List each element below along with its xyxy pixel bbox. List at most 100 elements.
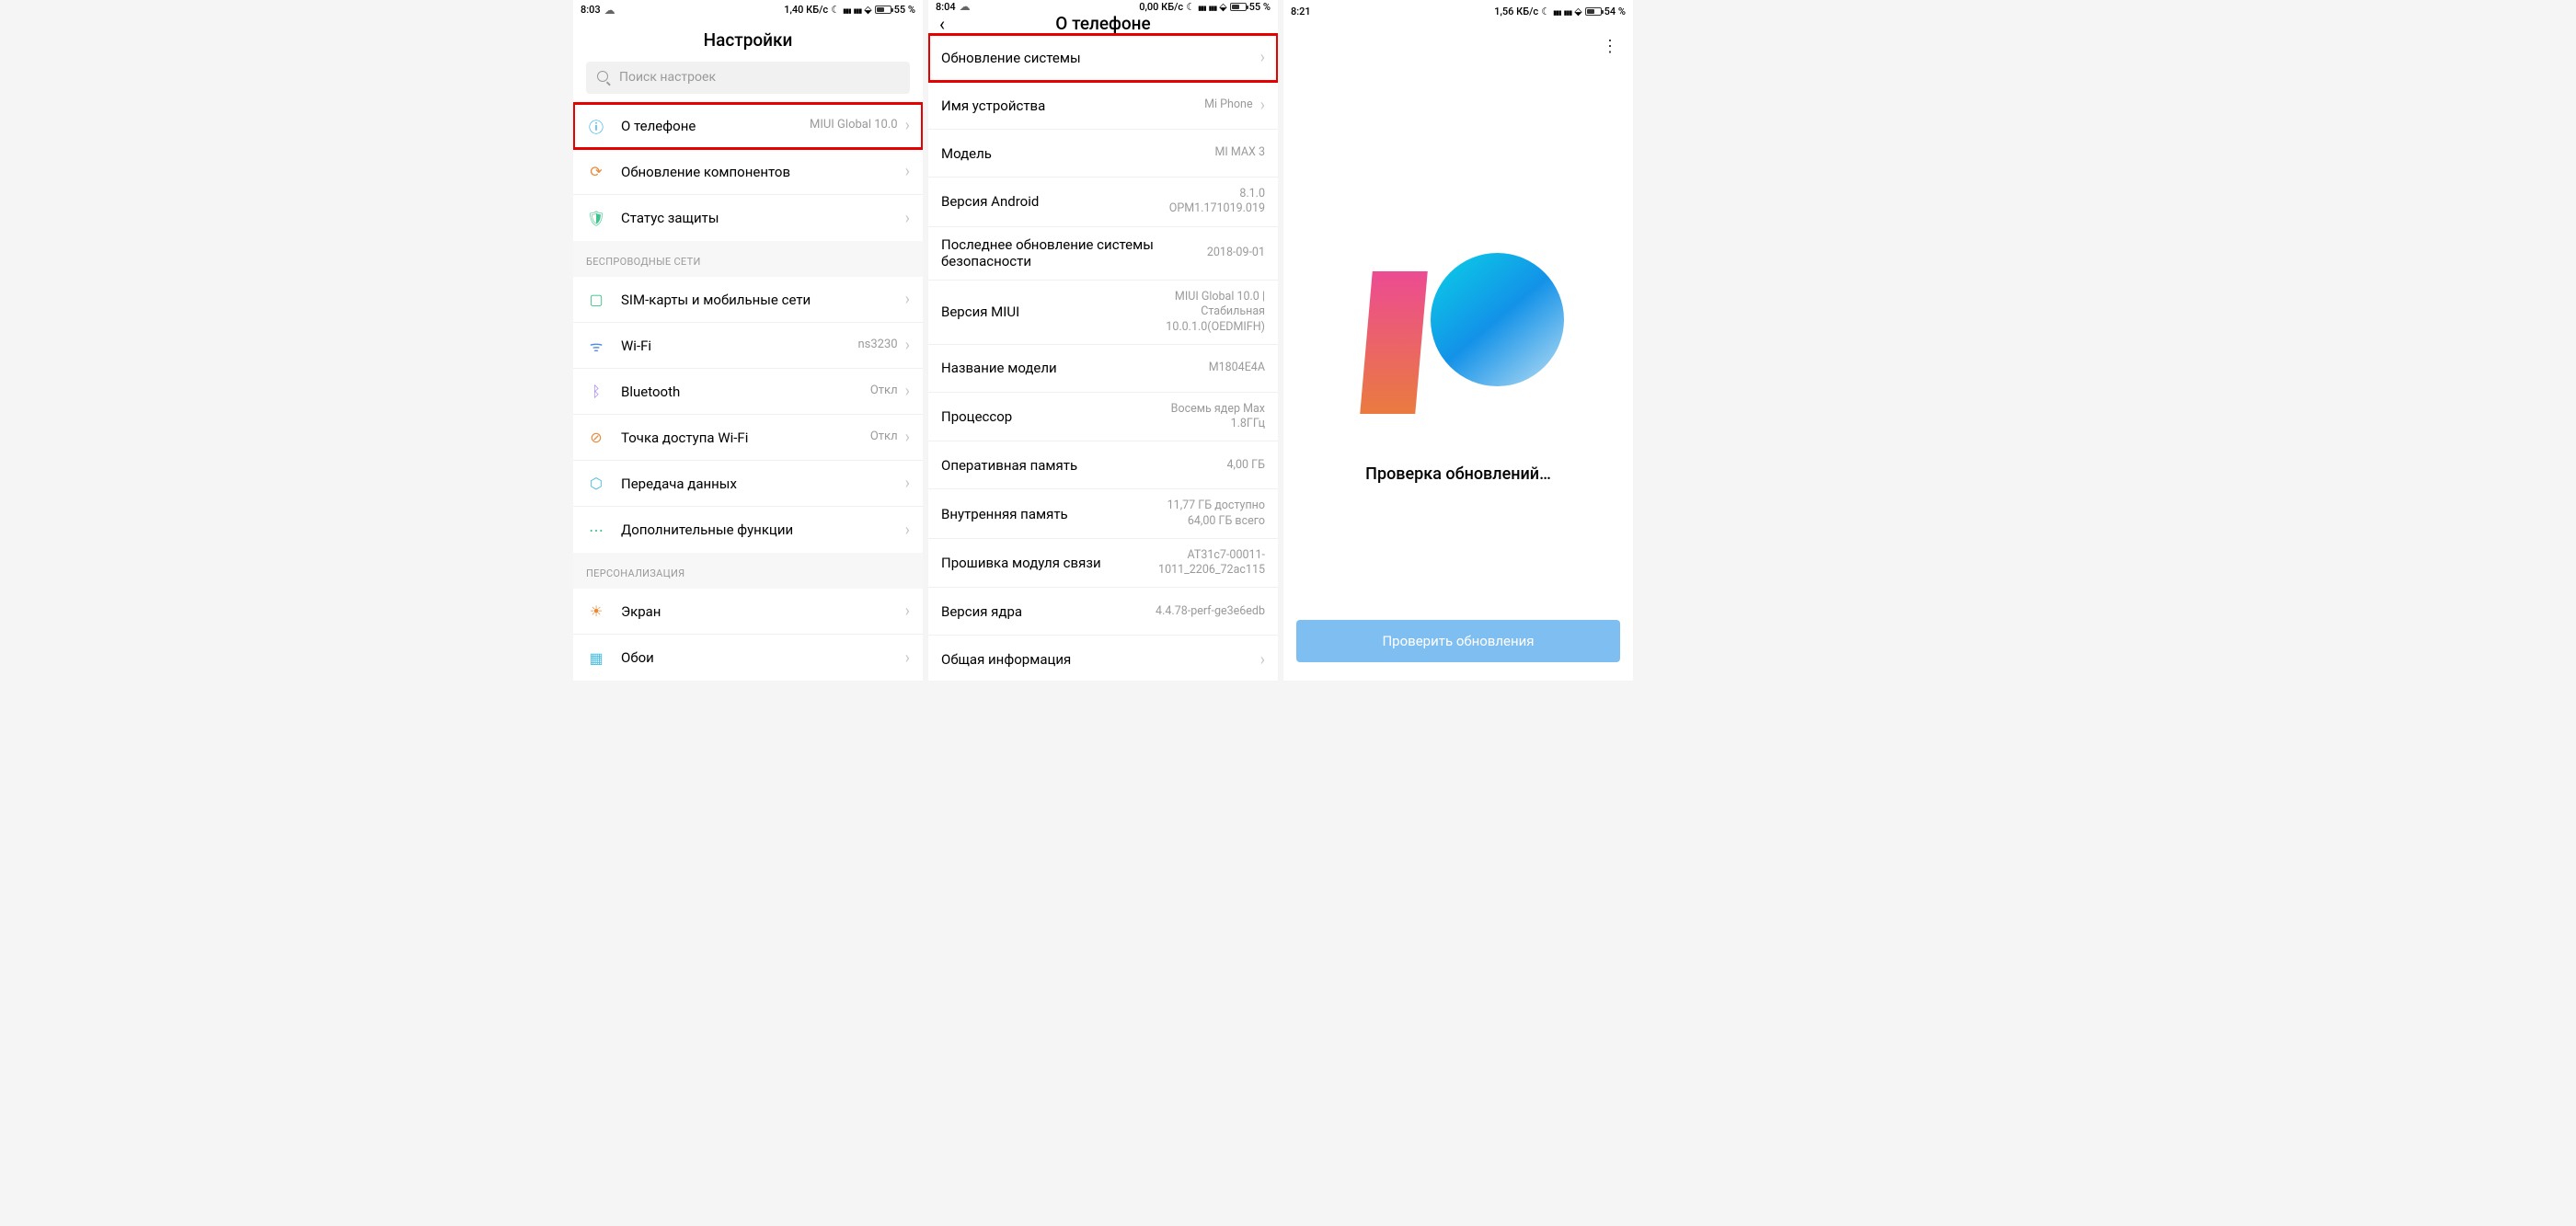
about-row[interactable]: Имя устройстваMi Phone› bbox=[928, 82, 1278, 130]
chevron-right-icon: › bbox=[1260, 650, 1265, 670]
row-label: Модель bbox=[941, 145, 1214, 162]
battery-icon bbox=[1230, 3, 1247, 11]
back-button[interactable]: ‹ bbox=[939, 13, 945, 35]
battery-icon bbox=[875, 6, 891, 14]
row-icon: ⊘ bbox=[586, 429, 606, 446]
row-label: Оперативная память bbox=[941, 457, 1227, 474]
row-label: Статус защиты bbox=[621, 210, 898, 226]
chevron-right-icon: › bbox=[905, 602, 910, 621]
row-label: Внутренняя память bbox=[941, 506, 1167, 522]
settings-screen: 8:03 1,40 КБ/с ⬙ 55 % Настройки Поиск на… bbox=[573, 0, 923, 681]
row-icon: ⟳ bbox=[586, 163, 606, 180]
miui-10-logo bbox=[1362, 262, 1555, 428]
status-bar: 8:03 1,40 КБ/с ⬙ 55 % bbox=[573, 0, 923, 19]
settings-row[interactable]: ⊘Точка доступа Wi-FiОткл› bbox=[573, 415, 923, 461]
overflow-menu-button[interactable]: ⋮ bbox=[1602, 37, 1618, 56]
row-icon: ☀ bbox=[586, 602, 606, 620]
row-icon: ᯤ bbox=[586, 336, 606, 356]
row-label: Процессор bbox=[941, 408, 1171, 425]
settings-row[interactable]: ᯤWi-Fins3230› bbox=[573, 323, 923, 369]
search-placeholder: Поиск настроек bbox=[619, 70, 716, 85]
signal-icon bbox=[1564, 6, 1572, 17]
header: ⋮ bbox=[1283, 22, 1633, 70]
row-label: Название модели bbox=[941, 360, 1209, 376]
wifi-icon: ⬙ bbox=[1574, 6, 1581, 17]
status-net: 1,56 КБ/с bbox=[1494, 6, 1538, 17]
settings-row[interactable]: ⬡Передача данных› bbox=[573, 461, 923, 507]
brand-area: Проверка обновлений… bbox=[1283, 70, 1633, 602]
settings-row[interactable]: ▢SIM-карты и мобильные сети› bbox=[573, 277, 923, 323]
chevron-right-icon: › bbox=[905, 290, 910, 309]
weather-icon bbox=[604, 4, 615, 17]
about-row[interactable]: Версия Android8.1.0OPM1.171019.019 bbox=[928, 178, 1278, 227]
about-row[interactable]: ПроцессорВосемь ядер Max1.8ГГц bbox=[928, 393, 1278, 442]
row-icon: ▢ bbox=[586, 291, 606, 308]
settings-row[interactable]: ☀ Экран › bbox=[573, 589, 923, 635]
search-icon bbox=[597, 71, 610, 84]
status-net: 1,40 КБ/с bbox=[784, 4, 828, 16]
check-updates-button[interactable]: Проверить обновления bbox=[1296, 620, 1620, 662]
status-time: 8:21 bbox=[1291, 6, 1311, 17]
row-label: Wi-Fi bbox=[621, 338, 857, 354]
about-row[interactable]: Внутренняя память11,77 ГБ доступно64,00 … bbox=[928, 489, 1278, 539]
row-value: MIUI Global 10.0 bbox=[810, 118, 898, 133]
status-time: 8:03 bbox=[581, 4, 601, 16]
about-row[interactable]: Обновление системы› bbox=[928, 34, 1278, 82]
row-value: 11,77 ГБ доступно64,00 ГБ всего bbox=[1167, 498, 1265, 529]
row-value: M1804E4A bbox=[1209, 361, 1265, 375]
row-value: Восемь ядер Max1.8ГГц bbox=[1171, 402, 1265, 432]
settings-row[interactable]: ᛒBluetoothОткл› bbox=[573, 369, 923, 415]
wifi-icon: ⬙ bbox=[1219, 1, 1226, 13]
status-battery: 55 % bbox=[894, 4, 915, 16]
dnd-icon bbox=[831, 4, 840, 16]
row-value: 4.4.78-perf-ge3e6edb bbox=[1156, 604, 1265, 619]
about-phone-screen: 8:04 0,00 КБ/с ⬙ 55 % ‹ О телефоне Обнов… bbox=[928, 0, 1278, 681]
row-value: 8.1.0OPM1.171019.019 bbox=[1169, 187, 1265, 217]
row-icon: ⓘ bbox=[586, 115, 606, 137]
row-label: Версия MIUI bbox=[941, 304, 1166, 320]
settings-row[interactable]: ⟳Обновление компонентов› bbox=[573, 149, 923, 195]
row-label: Bluetooth bbox=[621, 384, 870, 400]
weather-icon bbox=[960, 0, 971, 13]
chevron-right-icon: › bbox=[905, 116, 910, 135]
dnd-icon bbox=[1541, 6, 1550, 17]
row-label: Общая информация bbox=[941, 651, 1253, 668]
page-title: Настройки bbox=[584, 29, 912, 51]
section-personalization: ПЕРСОНАЛИЗАЦИЯ bbox=[573, 553, 923, 589]
about-row[interactable]: Общая информация › bbox=[928, 636, 1278, 681]
row-icon: ⬡ bbox=[586, 475, 606, 492]
about-row[interactable]: Название моделиM1804E4A bbox=[928, 345, 1278, 393]
about-row[interactable]: Версия MIUIMIUI Global 10.0 |Стабильная1… bbox=[928, 281, 1278, 345]
row-icon: ⋯ bbox=[586, 521, 606, 539]
row-value: ns3230 bbox=[857, 338, 897, 353]
battery-icon bbox=[1585, 7, 1602, 16]
settings-row[interactable]: ⋯Дополнительные функции› bbox=[573, 507, 923, 553]
about-row[interactable]: Версия ядра4.4.78-perf-ge3e6edb bbox=[928, 588, 1278, 636]
settings-row[interactable]: ▦Обои› bbox=[573, 635, 923, 681]
about-row[interactable]: Последнее обновление системыбезопасности… bbox=[928, 227, 1278, 281]
settings-row[interactable]: 🛡Статус защиты› bbox=[573, 195, 923, 241]
logo-zero-shape bbox=[1431, 253, 1564, 386]
system-update-screen: 8:21 1,56 КБ/с ⬙ 54 % ⋮ Проверка обновле… bbox=[1283, 0, 1633, 681]
chevron-right-icon: › bbox=[905, 162, 910, 181]
check-updates-button-label: Проверить обновления bbox=[1382, 633, 1534, 649]
chevron-right-icon: › bbox=[905, 474, 910, 493]
header: ‹ О телефоне bbox=[928, 13, 1278, 34]
chevron-right-icon: › bbox=[1260, 96, 1265, 115]
row-label: Экран bbox=[621, 603, 898, 620]
settings-row[interactable]: ⓘО телефонеMIUI Global 10.0› bbox=[573, 103, 923, 149]
signal-icon bbox=[1553, 6, 1561, 17]
signal-icon bbox=[1198, 1, 1206, 13]
about-row[interactable]: Оперативная память4,00 ГБ bbox=[928, 441, 1278, 489]
about-row[interactable]: МодельMI MAX 3 bbox=[928, 130, 1278, 178]
about-row[interactable]: Прошивка модуля связиAT31c7-00011-1011_2… bbox=[928, 539, 1278, 589]
dnd-icon bbox=[1186, 1, 1195, 13]
row-value: Откл bbox=[870, 384, 898, 399]
status-net: 0,00 КБ/с bbox=[1139, 1, 1183, 13]
search-input[interactable]: Поиск настроек bbox=[586, 62, 910, 94]
chevron-right-icon: › bbox=[905, 209, 910, 228]
row-label: Последнее обновление системыбезопасности bbox=[941, 236, 1207, 271]
chevron-right-icon: › bbox=[905, 382, 910, 401]
row-label: Обновление системы bbox=[941, 50, 1253, 66]
checking-updates-label: Проверка обновлений… bbox=[1365, 464, 1551, 484]
